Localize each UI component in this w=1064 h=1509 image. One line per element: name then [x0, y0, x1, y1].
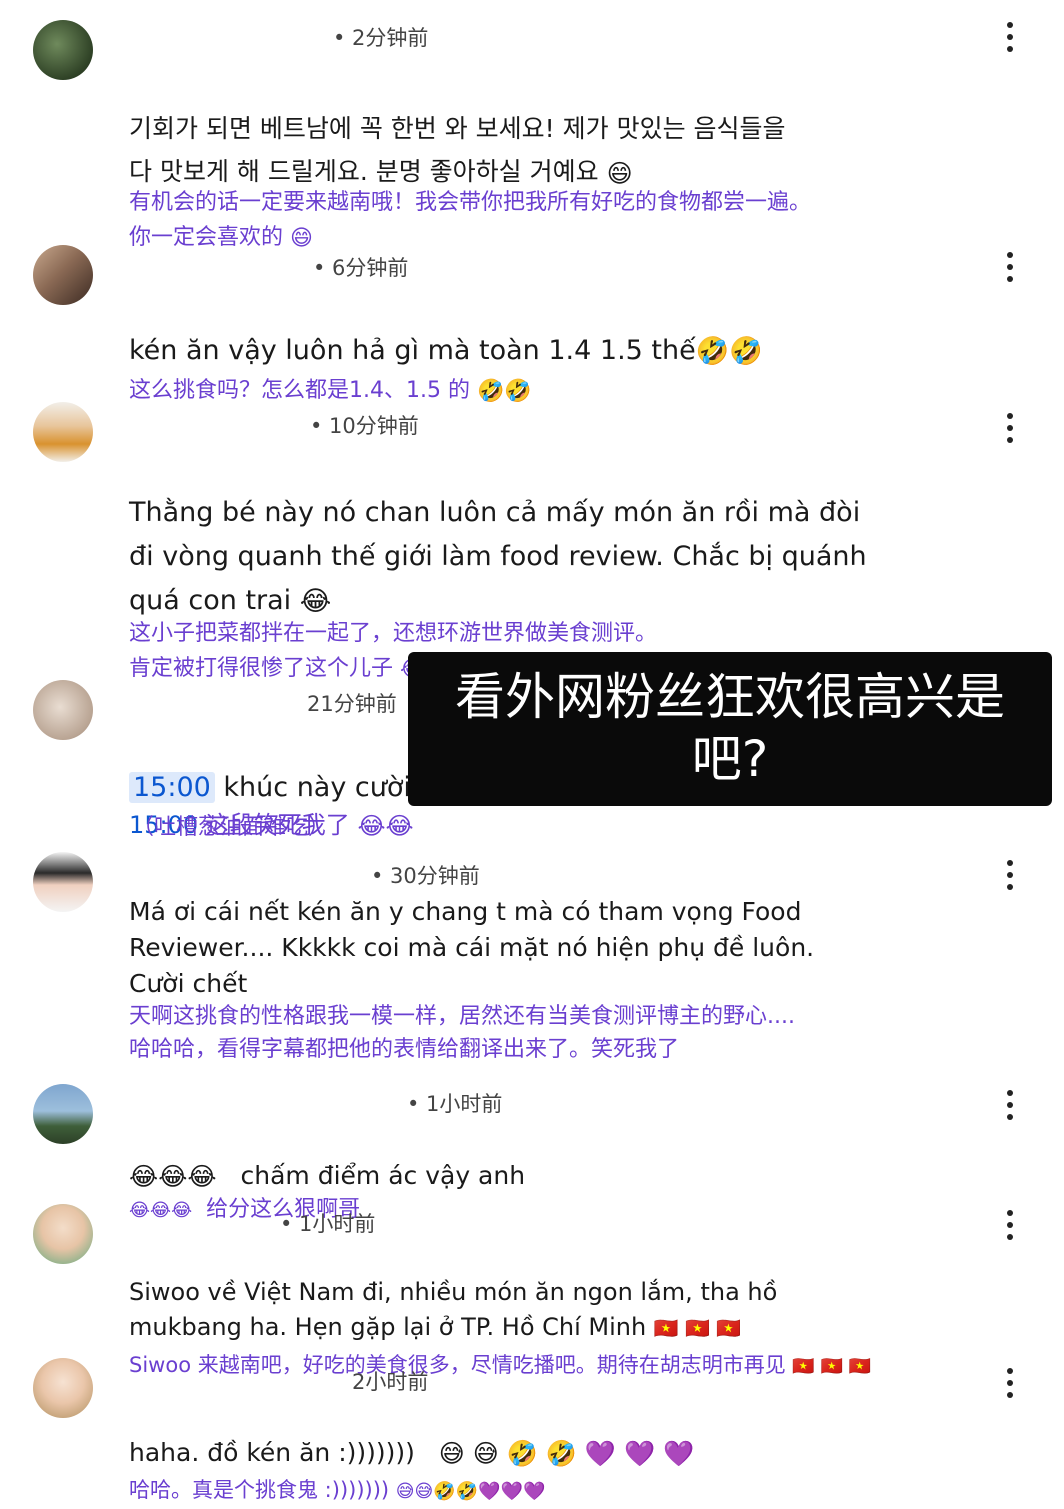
more-vert-icon[interactable] — [1003, 252, 1017, 282]
emoji: 😅😅🤣🤣💜💜💜 — [395, 1480, 546, 1502]
avatar[interactable] — [33, 852, 93, 912]
comment-translation: 这么挑食吗？怎么都是1.4、1.5 的 🤣🤣 — [129, 338, 949, 409]
avatar[interactable] — [33, 245, 93, 305]
more-vert-icon[interactable] — [1003, 413, 1017, 443]
overlay-caption: 看外网粉丝狂欢很高兴是 吧? — [408, 652, 1052, 806]
comment-time: • 1小时前 — [280, 1212, 376, 1236]
comment-text: Má ơi cái nết kén ăn y chang t mà có tha… — [129, 897, 815, 998]
more-vert-icon[interactable] — [1003, 1368, 1017, 1398]
more-vert-icon[interactable] — [1003, 860, 1017, 890]
avatar[interactable] — [33, 1204, 93, 1264]
comment-translation: 哈哈。真是个挑食鬼 :))))))) 😅😅🤣🤣💜💜💜 — [129, 1438, 949, 1509]
comment-time: • 6分钟前 — [313, 256, 409, 280]
avatar[interactable] — [33, 20, 93, 80]
flag-icon: 🇻🇳 🇻🇳 🇻🇳 — [792, 1355, 872, 1377]
avatar[interactable] — [33, 680, 93, 740]
avatar[interactable] — [33, 1358, 93, 1418]
comment-time: 2小时前 — [352, 1370, 429, 1394]
comment-translation: 有机会的话一定要来越南哦！我会带你把我所有好吃的食物都尝一遍。 你一定会喜欢的 … — [129, 150, 949, 256]
emoji: 😄 — [290, 225, 313, 251]
comment-time: • 30分钟前 — [371, 864, 480, 888]
comment-translation: 😂😂😂 给分这么狠啊哥 — [129, 1157, 949, 1228]
comment-translation-note: （吐槽葱油面难吃） — [132, 815, 331, 840]
emoji: 🤣🤣 — [476, 378, 532, 404]
emoji: 😂😂😂 — [129, 1199, 193, 1221]
avatar[interactable] — [33, 402, 93, 462]
comment-translation: Siwoo 来越南吧，好吃的美食很多，尽情吃播吧。期待在胡志明市再见 🇻🇳 🇻🇳… — [129, 1313, 949, 1384]
comment-time: 21分钟前 — [307, 692, 397, 716]
avatar[interactable] — [33, 1084, 93, 1144]
comment-time: • 2分钟前 — [333, 26, 429, 50]
more-vert-icon[interactable] — [1003, 1090, 1017, 1120]
more-vert-icon[interactable] — [1003, 1210, 1017, 1240]
comment-time: • 10分钟前 — [310, 414, 419, 438]
comment-translation: 天啊这挑食的性格跟我一模一样，居然还有当美食测评博主的野心.... 哈哈哈，看得… — [129, 1004, 795, 1062]
more-vert-icon[interactable] — [1003, 22, 1017, 52]
comment-time: • 1小时前 — [407, 1092, 503, 1116]
